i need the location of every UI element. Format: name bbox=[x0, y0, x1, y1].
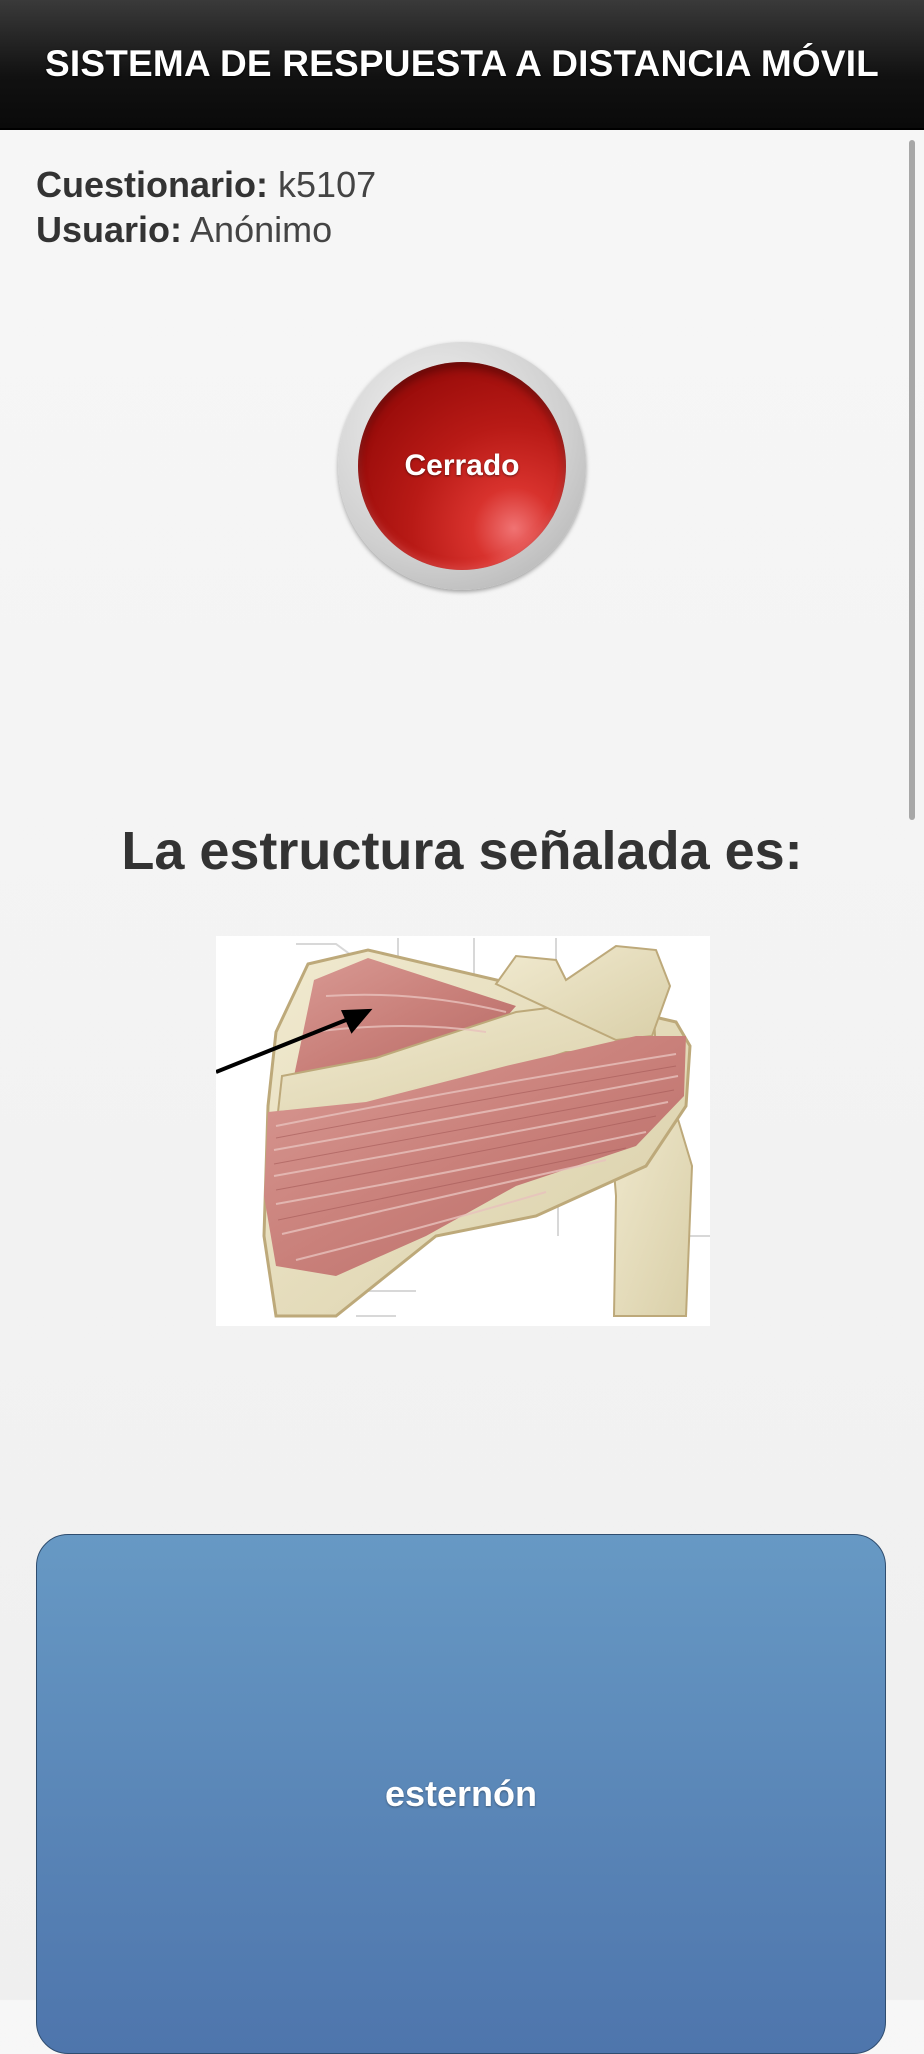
quiz-code: k5107 bbox=[278, 164, 377, 205]
status-label: Cerrado bbox=[404, 449, 520, 482]
question-text: La estructura señalada es: bbox=[121, 821, 803, 881]
question-image bbox=[216, 936, 710, 1326]
app-header: SISTEMA DE RESPUESTA A DISTANCIA MÓVIL bbox=[0, 0, 924, 130]
status-indicator: Cerrado bbox=[338, 342, 586, 590]
user-label: Usuario: bbox=[36, 209, 183, 250]
session-info: Cuestionario: k5107 Usuario: Anónimo bbox=[36, 162, 376, 252]
status-light: Cerrado bbox=[358, 362, 566, 570]
app-title: SISTEMA DE RESPUESTA A DISTANCIA MÓVIL bbox=[45, 43, 879, 84]
scrollbar[interactable] bbox=[909, 140, 915, 820]
user-row: Usuario: Anónimo bbox=[36, 207, 376, 252]
answer-button[interactable]: esternón bbox=[36, 1534, 886, 2054]
quiz-label: Cuestionario: bbox=[36, 164, 269, 205]
user-name: Anónimo bbox=[190, 209, 333, 250]
quiz-row: Cuestionario: k5107 bbox=[36, 162, 376, 207]
answer-label: esternón bbox=[384, 1773, 538, 1814]
anatomy-illustration bbox=[216, 938, 710, 1318]
